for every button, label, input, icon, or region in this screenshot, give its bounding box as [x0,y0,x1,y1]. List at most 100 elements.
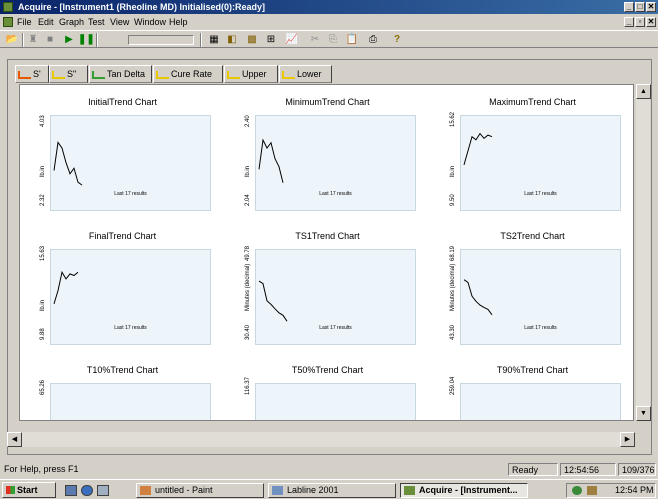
pause-icon[interactable]: ❚❚ [78,33,95,46]
y-axis-max: 4.03 [40,115,46,127]
y-axis-label: lb.in [450,165,456,177]
toolbar-separator [22,33,24,47]
y-axis-max: 65.26 [40,379,46,395]
scroll-up-button[interactable]: ▲ [636,84,651,99]
menu-view[interactable]: View [110,15,129,29]
trend-chart: MinimumTrend Chart 2.40 2.04 lb.in Last 17 r… [225,85,430,219]
y-axis-max: 49.78 [245,245,251,261]
tab-lower[interactable]: Lower [279,65,332,83]
document-icon[interactable] [3,17,13,27]
network-icon[interactable] [572,486,582,495]
browser-icon[interactable] [81,485,93,496]
scroll-down-button[interactable]: ▼ [636,406,651,421]
toolbar-separator [200,33,202,47]
chart-view-icon[interactable]: ▩ [245,33,259,46]
menu-help[interactable]: Help [169,15,188,29]
vertical-scrollbar[interactable]: ▲ ▼ [635,84,651,421]
tab-tan-delta[interactable]: Tan Delta [89,65,152,83]
open-folder-icon[interactable]: 📂 [5,33,19,46]
curve-icon [227,70,240,79]
start-label: Start [17,485,38,495]
tab-label: Tan Delta [107,69,146,79]
trend-chart: T90%Trend Chart 259.04 (decimal) [430,353,633,420]
y-axis-label: (decimal) [245,420,251,421]
curve-icon [92,70,105,79]
desktop-icon[interactable] [65,485,77,496]
y-axis-max: 68.19 [450,245,456,261]
title-bar[interactable]: Acquire - [Instrument1 (Rheoline MD) Ini… [0,0,658,14]
task-acquire[interactable]: Acquire - [Instrument... [400,483,528,498]
start-button[interactable]: Start [2,482,56,498]
labline-icon [272,486,283,495]
play-icon[interactable]: ▶ [62,33,76,46]
status-time: 12:54:56 [560,463,616,476]
trend-chart: InitialTrend Chart 4.03 2.32 lb.in Last 17 r… [20,85,225,219]
task-label: Labline 2001 [287,485,339,495]
volume-icon[interactable] [587,486,597,495]
maximize-button[interactable]: □ [635,2,645,12]
trend-line-svg [51,384,212,421]
cut-icon[interactable]: ✂ [308,33,322,46]
table-icon[interactable]: ⊞ [264,33,278,46]
menu-test[interactable]: Test [88,15,105,29]
trend-series-line [258,280,288,322]
chart-title: FinalTrend Chart [88,231,157,241]
copy-icon[interactable]: ⎘ [326,33,340,46]
chart-title: T10%Trend Chart [86,365,159,375]
trend-chart: TS1Trend Chart 49.78 30.40 Minutes (decimal… [225,219,430,353]
x-axis-label: Last 17 results [319,191,352,197]
horizontal-scrollbar[interactable]: ◀ ▶ [7,432,635,447]
tab-label: S" [67,69,77,79]
doc-close-button[interactable]: ✕ [646,17,656,27]
x-axis-label: Last 17 results [114,191,147,197]
instrument-icon[interactable]: ♜ [26,33,40,46]
trend-line-svg [53,141,83,186]
tab-s-double-prime[interactable]: S" [49,65,88,83]
task-paint[interactable]: untitled - Paint [136,483,264,498]
trend-chart: MaximumTrend Chart 15.62 9.50 lb.in Last 17 … [430,85,633,219]
menu-graph[interactable]: Graph [59,15,84,29]
trend-line-svg [258,138,284,183]
print-icon[interactable]: ⎙ [366,33,380,46]
y-axis-min: 30.40 [245,324,251,340]
tab-s-prime[interactable]: S' [15,65,49,83]
status-bar: For Help, press F1 Ready 12:54:56 109/37… [0,462,658,477]
curve-icon [52,70,65,79]
close-button[interactable]: ✕ [646,2,656,12]
trend-chart: FinalTrend Chart 15.63 9.88 lb.in Last 17 re… [20,219,225,353]
task-labline[interactable]: Labline 2001 [268,483,396,498]
scroll-left-button[interactable]: ◀ [7,432,22,447]
y-axis-min: 2.04 [245,194,251,206]
quicklaunch-icon[interactable] [97,485,109,496]
status-state: Ready [508,463,558,476]
menu-bar: File Edit Graph Test View Window Help _ … [0,15,658,29]
doc-minimize-button[interactable]: _ [624,17,634,27]
menu-edit[interactable]: Edit [38,15,54,29]
app-icon [3,2,13,12]
trend-line-svg [463,279,493,316]
y-axis-min: 2.32 [40,194,46,206]
chart-title: MinimumTrend Chart [285,97,370,107]
tile-icon[interactable]: ◧ [225,33,239,46]
y-axis-min: 9.88 [40,328,46,340]
menu-window[interactable]: Window [134,15,166,29]
tab-cure-rate[interactable]: Cure Rate [153,65,223,83]
doc-restore-button[interactable]: ▫ [635,17,645,27]
tab-upper[interactable]: Upper [224,65,278,83]
layout-icon[interactable]: ▦ [207,33,221,46]
paste-icon[interactable]: 📋 [345,33,359,46]
trend-line-svg [256,384,417,421]
minimize-button[interactable]: _ [624,2,634,12]
graph-icon[interactable]: 📈 [285,33,299,46]
trend-line-svg [53,270,79,305]
help-icon[interactable]: ? [390,33,404,46]
stop-icon[interactable]: ■ [43,33,57,46]
x-axis-label: Last 17 results [319,325,352,331]
plot-area [255,383,417,421]
scroll-right-button[interactable]: ▶ [620,432,635,447]
menu-file[interactable]: File [17,15,32,29]
toolbar: 📂 ♜ ■ ▶ ❚❚ ▦ ◧ ▩ ⊞ 📈 ✂ ⎘ 📋 ⎙ ? [0,30,658,48]
plot-area [50,383,212,421]
acquire-icon [404,486,415,495]
paint-icon [140,486,151,495]
